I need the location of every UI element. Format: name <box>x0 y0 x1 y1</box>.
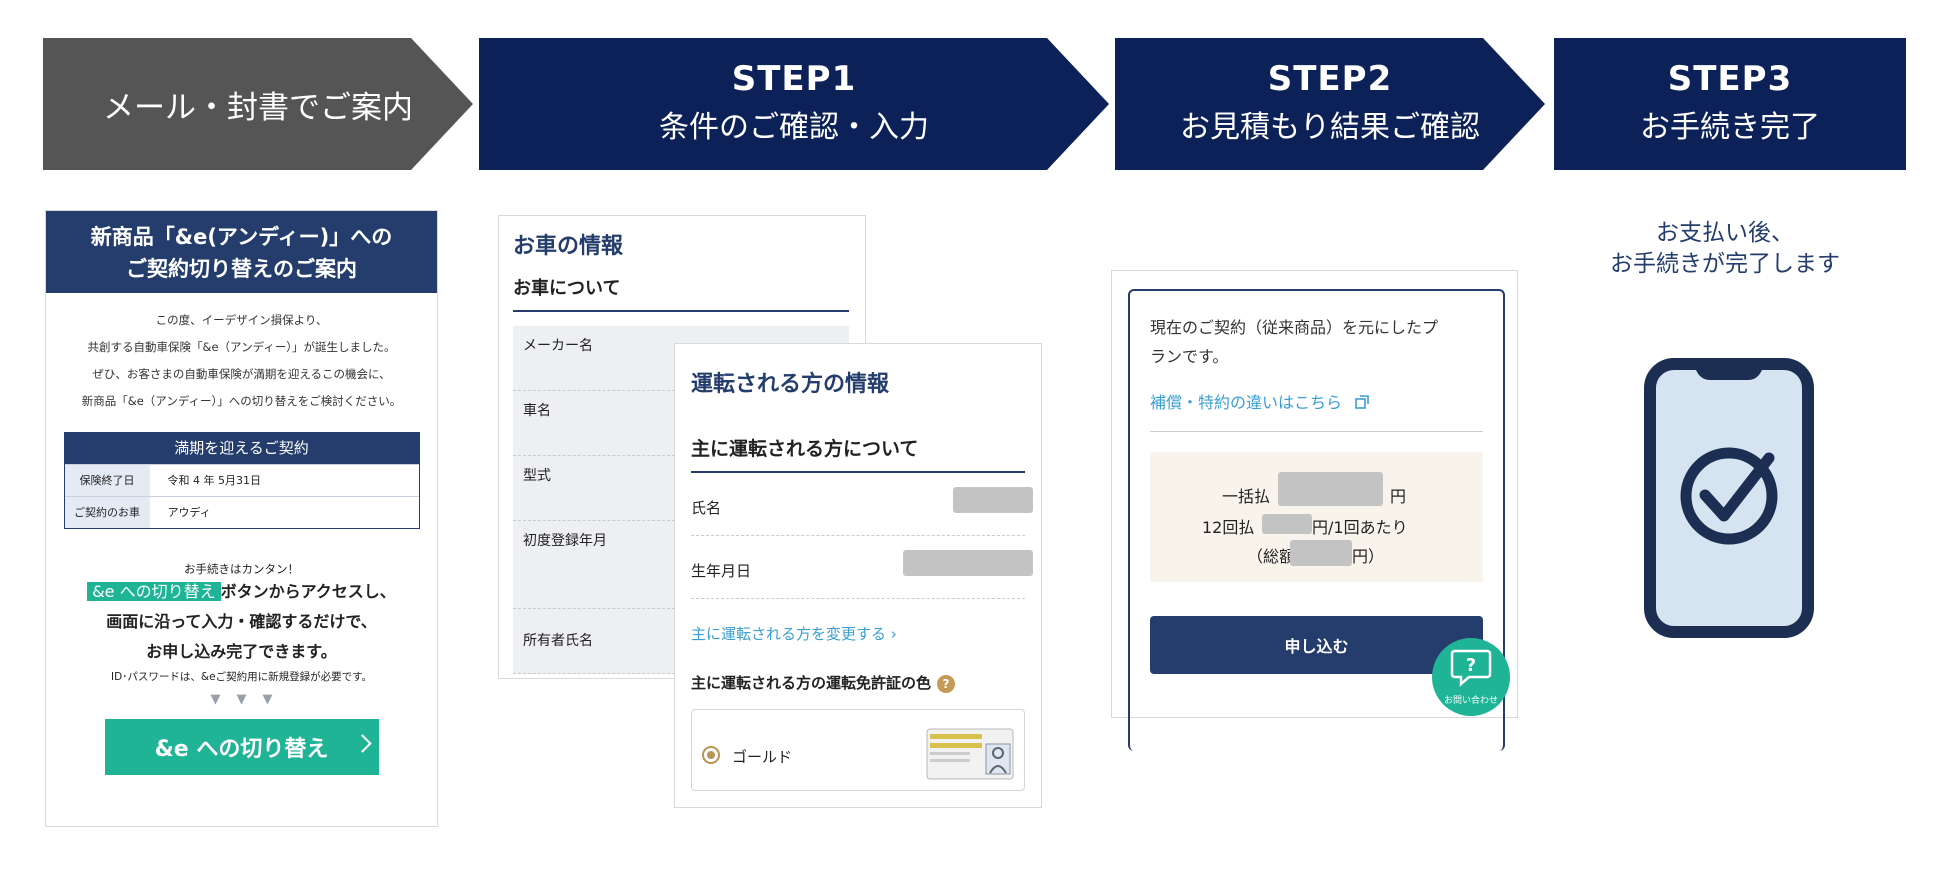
step-arrow-step2: STEP2 お見積もり結果ご確認 <box>1115 38 1545 170</box>
coverage-difference-link[interactable]: 補償・特約の違いはこちら <box>1150 389 1503 413</box>
step-arrow-label: お見積もり結果ご確認 <box>1180 110 1480 145</box>
table-value: アウディ <box>167 506 211 519</box>
mail-intro: この度、イーデザイン損保より、 共創する自動車保険「&e（アンディー）」が誕生し… <box>46 307 437 415</box>
chevron-right-icon: › <box>890 625 897 643</box>
table-row: 保険終了日 令和 4 年 5月31日 <box>64 464 419 496</box>
field-label: 生年月日 <box>691 562 752 580</box>
contact-help-button[interactable]: ? お問い合わせ <box>1432 638 1510 716</box>
mail-title-line: 新商品「&e(アンディー)」への <box>90 225 393 249</box>
easy-note: お手続きはカンタン！ <box>184 562 299 576</box>
change-driver-link-label: 主に運転される方を変更する <box>691 625 887 643</box>
masked-value <box>1278 472 1383 506</box>
step-number: STEP2 <box>1267 59 1393 99</box>
instruction-line: 画面に沿って入力・確認するだけで、 <box>106 612 377 631</box>
instruction-line: お申し込み完了できます。 <box>146 642 337 661</box>
mail-intro-line: 共創する自動車保険「&e（アンディー）」が誕生しました。 <box>87 340 396 354</box>
change-driver-link[interactable]: 主に運転される方を変更する › <box>691 623 1041 644</box>
mail-intro-line: ぜひ、お客さまの自動車保険が満期を迎えるこの機会に、 <box>92 367 391 381</box>
completion-line: お支払い後、 <box>1656 220 1794 246</box>
quote-description: 現在のご契約（従来商品）を元にしたプ ランです。 <box>1150 313 1483 371</box>
car-info-subtitle: お車について <box>513 278 621 299</box>
license-color-text: 主に運転される方の運転免許証の色 <box>691 674 932 692</box>
payment-summary: 一括払 円 12回払 円/1回あたり （総額 円） <box>1150 452 1483 582</box>
installment-label: 12回払 <box>1202 518 1255 537</box>
step-number: STEP1 <box>731 59 857 99</box>
driver-info-title: 運転される方の情報 <box>691 372 890 397</box>
masked-value <box>903 550 1033 576</box>
completion-message: お支払い後、 お手続きが完了します <box>1560 218 1890 280</box>
license-gold-option[interactable]: ゴールド <box>691 709 1025 791</box>
divider <box>1150 431 1483 432</box>
svg-text:?: ? <box>1466 655 1476 676</box>
coverage-difference-label: 補償・特約の違いはこちら <box>1150 393 1343 412</box>
total-prefix: （総額 <box>1247 547 1296 566</box>
contact-help-label: お問い合わせ <box>1443 696 1498 706</box>
masked-value <box>1290 540 1352 566</box>
license-card-icon <box>926 728 1014 780</box>
mail-intro-line: 新商品「&e（アンディー）」への切り替えをご検討ください。 <box>81 394 402 408</box>
step-arrow-label: お手続き完了 <box>1640 110 1820 145</box>
driver-info-subtitle: 主に運転される方について <box>691 438 919 460</box>
external-link-icon <box>1355 395 1369 409</box>
mail-guide-panel: 新商品「&e(アンディー)」への ご契約切り替えのご案内 この度、イーデザイン損… <box>45 210 438 827</box>
table-value: 令和 4 年 5月31日 <box>167 474 261 487</box>
masked-value <box>1262 514 1312 534</box>
table-row: ご契約のお車 アウディ <box>64 496 419 528</box>
table-key: 保険終了日 <box>64 465 150 496</box>
help-icon[interactable]: ? <box>937 675 956 693</box>
installment-suffix: 円/1回あたり <box>1312 518 1408 537</box>
switch-button-label: &e への切り替え <box>154 737 329 762</box>
switch-tag: &e への切り替え <box>87 582 221 601</box>
step-arrow-step3: STEP3 お手続き完了 <box>1554 38 1906 170</box>
chat-question-icon: ? <box>1450 649 1492 687</box>
step-number: STEP3 <box>1667 59 1793 99</box>
car-info-title: お車の情報 <box>513 234 624 259</box>
quote-description-line: 現在のご契約（従来商品）を元にしたプ <box>1150 318 1439 337</box>
driver-info-panel: 運転される方の情報 主に運転される方について 氏名 生年月日 主に運転される方を… <box>674 343 1042 808</box>
license-color-label: 主に運転される方の運転免許証の色? <box>691 672 1041 693</box>
step-arrow-label: 条件のご確認・入力 <box>659 110 929 145</box>
smartphone-check-icon <box>1644 358 1814 638</box>
mail-title-line: ご契約切り替えのご案内 <box>126 257 357 281</box>
step-arrow-label: メール・封書でご案内 <box>103 89 413 126</box>
completion-line: お手続きが完了します <box>1610 251 1840 277</box>
chevron-right-icon <box>352 734 372 753</box>
instruction-line: &e への切り替え ボタンからアクセスし、 <box>46 577 437 607</box>
total-suffix: 円） <box>1352 547 1385 566</box>
divider <box>513 310 849 312</box>
expiring-contract-table: 満期を迎えるご契約 保険終了日 令和 4 年 5月31日 ご契約のお車 アウディ <box>63 432 420 529</box>
radio-selected-icon[interactable] <box>702 746 720 764</box>
instruction-text: ボタンからアクセスし、 <box>220 582 396 601</box>
expiring-contract-title: 満期を迎えるご契約 <box>64 433 419 464</box>
mail-intro-line: この度、イーデザイン損保より、 <box>155 313 328 327</box>
license-gold-label: ゴールド <box>732 748 793 766</box>
step-arrow-guide: メール・封書でご案内 <box>43 38 473 170</box>
lump-sum-label: 一括払 <box>1222 487 1271 506</box>
mail-title: 新商品「&e(アンディー)」への ご契約切り替えのご案内 <box>46 211 437 293</box>
quote-description-line: ランです。 <box>1150 347 1229 366</box>
switch-button[interactable]: &e への切り替え <box>104 719 379 775</box>
step-arrow-step1: STEP1 条件のご確認・入力 <box>479 38 1109 170</box>
field-label: 氏名 <box>691 499 722 517</box>
yen-unit: 円 <box>1390 487 1407 506</box>
table-key: ご契約のお車 <box>64 497 150 528</box>
masked-value <box>953 487 1033 513</box>
driver-field-birthdate: 生年月日 <box>691 536 1033 599</box>
driver-field-name: 氏名 <box>691 473 1033 536</box>
down-triangles-icon: ▼▼▼ <box>210 692 289 707</box>
id-password-note: ID･パスワードは、&eご契約用に新規登録が必要です。 <box>110 671 373 683</box>
